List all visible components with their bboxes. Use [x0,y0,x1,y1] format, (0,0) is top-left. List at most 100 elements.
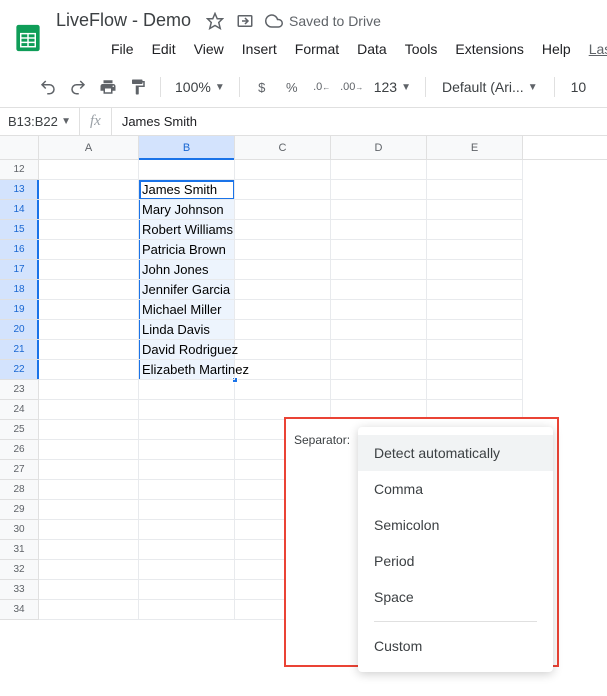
cell-B30[interactable] [139,520,235,540]
cell-E21[interactable] [427,340,523,360]
document-title[interactable]: LiveFlow - Demo [52,8,195,33]
cell-A20[interactable] [39,320,139,340]
font-size-input[interactable]: 10 [563,79,595,95]
row-header-17[interactable]: 17 [0,260,38,280]
cell-A31[interactable] [39,540,139,560]
row-header-12[interactable]: 12 [0,160,38,180]
move-icon[interactable] [235,11,255,31]
cell-A12[interactable] [39,160,139,180]
cell-D13[interactable] [331,180,427,200]
column-header-C[interactable]: C [235,136,331,159]
column-header-B[interactable]: B [139,136,235,159]
format-dropdown[interactable]: 123 ▼ [368,79,417,95]
cell-B34[interactable] [139,600,235,620]
cell-D16[interactable] [331,240,427,260]
font-dropdown[interactable]: Default (Ari... ▼ [434,79,546,95]
cell-A27[interactable] [39,460,139,480]
row-header-23[interactable]: 23 [0,380,38,400]
cell-D15[interactable] [331,220,427,240]
menu-tools[interactable]: Tools [398,37,445,61]
row-header-33[interactable]: 33 [0,580,38,600]
row-header-19[interactable]: 19 [0,300,38,320]
cell-C23[interactable] [235,380,331,400]
cell-B25[interactable] [139,420,235,440]
cell-D19[interactable] [331,300,427,320]
menu-edit[interactable]: Edit [145,37,183,61]
cell-A17[interactable] [39,260,139,280]
cell-C15[interactable] [235,220,331,240]
menu-format[interactable]: Format [288,37,346,61]
cell-B28[interactable] [139,480,235,500]
name-box[interactable]: B13:B22▼ [0,108,80,135]
sheets-logo[interactable] [12,18,44,58]
cell-A33[interactable] [39,580,139,600]
cell-C19[interactable] [235,300,331,320]
row-header-34[interactable]: 34 [0,600,38,620]
cell-C12[interactable] [235,160,331,180]
menu-help[interactable]: Help [535,37,578,61]
separator-option-comma[interactable]: Comma [358,471,553,507]
cell-D14[interactable] [331,200,427,220]
cell-D21[interactable] [331,340,427,360]
cell-B29[interactable] [139,500,235,520]
cell-B24[interactable] [139,400,235,420]
separator-option-custom[interactable]: Custom [358,628,553,664]
cell-A34[interactable] [39,600,139,620]
increase-decimal-button[interactable]: .00→ [338,73,366,101]
cell-A21[interactable] [39,340,139,360]
cell-B23[interactable] [139,380,235,400]
paint-format-button[interactable] [124,73,152,101]
cell-C14[interactable] [235,200,331,220]
cell-B31[interactable] [139,540,235,560]
row-header-30[interactable]: 30 [0,520,38,540]
cell-E16[interactable] [427,240,523,260]
separator-option-period[interactable]: Period [358,543,553,579]
select-all-corner[interactable] [0,136,39,159]
cell-A16[interactable] [39,240,139,260]
formula-input[interactable]: James Smith [112,114,607,129]
cell-A19[interactable] [39,300,139,320]
cell-A25[interactable] [39,420,139,440]
percent-button[interactable]: % [278,73,306,101]
row-header-32[interactable]: 32 [0,560,38,580]
cell-E15[interactable] [427,220,523,240]
menu-extensions[interactable]: Extensions [448,37,530,61]
cell-B26[interactable] [139,440,235,460]
row-header-24[interactable]: 24 [0,400,38,420]
row-header-16[interactable]: 16 [0,240,38,260]
cell-C22[interactable] [235,360,331,380]
cell-C13[interactable] [235,180,331,200]
separator-option-detect-automatically[interactable]: Detect automatically [358,435,553,471]
menu-file[interactable]: File [104,37,141,61]
cell-B32[interactable] [139,560,235,580]
cell-A28[interactable] [39,480,139,500]
cell-A29[interactable] [39,500,139,520]
cell-B13[interactable]: James Smith [139,180,235,200]
cell-E13[interactable] [427,180,523,200]
zoom-dropdown[interactable]: 100% ▼ [169,79,231,95]
cell-E23[interactable] [427,380,523,400]
menu-data[interactable]: Data [350,37,394,61]
save-status[interactable]: Saved to Drive [265,12,381,30]
cell-B17[interactable]: John Jones [139,260,235,280]
separator-option-semicolon[interactable]: Semicolon [358,507,553,543]
cell-B19[interactable]: Michael Miller [139,300,235,320]
cell-D18[interactable] [331,280,427,300]
star-icon[interactable] [205,11,225,31]
cell-E14[interactable] [427,200,523,220]
menu-view[interactable]: View [187,37,231,61]
cell-B18[interactable]: Jennifer Garcia [139,280,235,300]
cell-C20[interactable] [235,320,331,340]
cell-A32[interactable] [39,560,139,580]
cell-D17[interactable] [331,260,427,280]
cell-C21[interactable] [235,340,331,360]
row-header-26[interactable]: 26 [0,440,38,460]
cell-A26[interactable] [39,440,139,460]
decrease-decimal-button[interactable]: .0← [308,73,336,101]
cell-D12[interactable] [331,160,427,180]
row-header-13[interactable]: 13 [0,180,38,200]
column-header-E[interactable]: E [427,136,523,159]
cell-A24[interactable] [39,400,139,420]
cell-E19[interactable] [427,300,523,320]
separator-option-space[interactable]: Space [358,579,553,615]
